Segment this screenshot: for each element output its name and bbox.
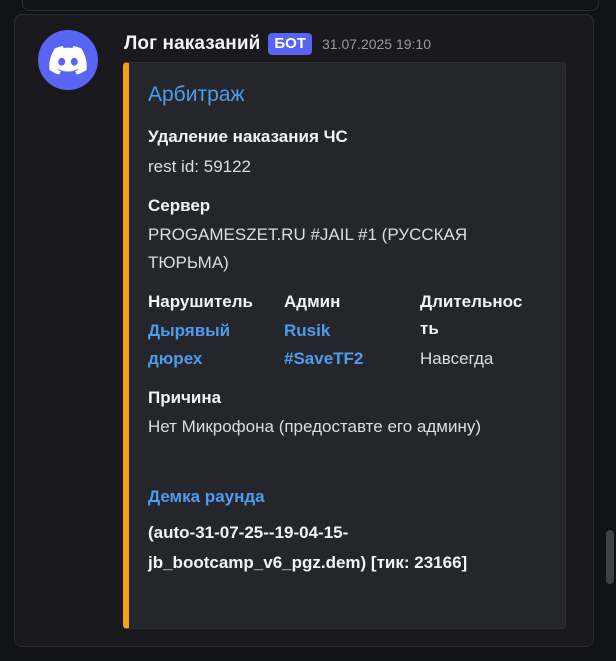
bot-badge: БОТ: [268, 33, 313, 55]
avatar[interactable]: [38, 30, 98, 90]
field-removal-value: rest id: 59122: [148, 157, 252, 176]
field-duration-name-line2: ть: [420, 319, 439, 338]
field-violator-name: Нарушитель: [148, 292, 253, 311]
field-violator-link-line1[interactable]: Дырявый: [148, 317, 230, 345]
field-server-value-line2: ТЮРЬМА): [148, 253, 229, 272]
demo-file-line2: jb_bootcamp_v6_pgz.dem) [тик: 23166]: [148, 553, 468, 572]
field-removal-name: Удаление наказания ЧС: [148, 127, 348, 146]
field-duration-name-line1: Длительнос: [420, 292, 523, 311]
field-duration-value: Навсегда: [420, 349, 494, 368]
field-reason-name: Причина: [148, 388, 222, 407]
message-timestamp[interactable]: 31.07.2025 19:10: [322, 36, 431, 52]
demo-link[interactable]: Демка раунда: [148, 487, 265, 507]
field-server-value-line1: PROGAMESZET.RU #JAIL #1 (РУССКАЯ: [148, 225, 468, 244]
field-reason-value: Нет Микрофона (предоставте его админу): [148, 417, 482, 436]
previous-message-edge: [22, 0, 599, 11]
field-server-name: Сервер: [148, 196, 211, 215]
demo-file-line1: (auto-31-07-25--19-04-15-: [148, 523, 349, 542]
field-admin-name: Админ: [284, 292, 341, 311]
embed-title[interactable]: Арбитраж: [148, 83, 244, 107]
field-violator-link-line2[interactable]: дюрех: [148, 345, 202, 373]
author-name[interactable]: Лог наказаний: [124, 33, 260, 55]
discord-logo-icon: [49, 45, 87, 75]
field-admin-link-line2[interactable]: #SaveTF2: [284, 345, 363, 373]
scrollbar-thumb[interactable]: [606, 530, 614, 584]
message-header: Лог наказаний БОТ 31.07.2025 19:10: [124, 31, 431, 57]
field-admin-link-line1[interactable]: Rusik: [284, 317, 330, 345]
